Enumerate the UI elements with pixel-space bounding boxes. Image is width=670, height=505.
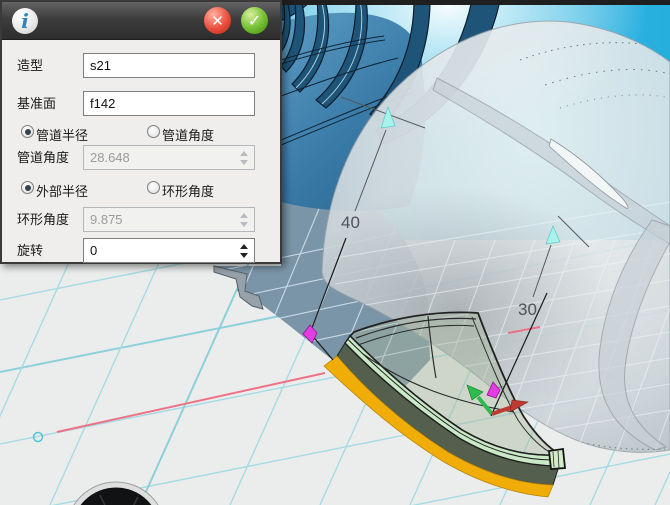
radio-label-pipe-angle: 管道角度 xyxy=(162,125,214,144)
spin-up-button[interactable] xyxy=(240,244,248,249)
spin-down-button[interactable] xyxy=(240,253,248,258)
radio-label-outer-radius: 外部半径 xyxy=(36,181,88,200)
field-label-rotation: 旋转 xyxy=(17,238,43,263)
radio-outer-radius[interactable] xyxy=(21,181,34,194)
feature-edit-dialog: i ✕ ✓ 造型 基准面 管道半径 管道角度 管道角度 外部半径 环形角度 环形… xyxy=(0,0,282,264)
application-window: 40 30 i ✕ ✓ 造型 基准面 管道半径 管道角度 管道角度 外部半径 环… xyxy=(0,0,670,505)
radio-pipe-radius[interactable] xyxy=(21,125,34,138)
field-label-ring-angle: 环形角度 xyxy=(17,207,69,232)
dim-label-40: 40 xyxy=(341,213,360,232)
field-label-shape: 造型 xyxy=(17,53,43,78)
confirm-button[interactable]: ✓ xyxy=(241,7,268,34)
spin-up-icon xyxy=(240,151,248,156)
cancel-button[interactable]: ✕ xyxy=(204,7,231,34)
spin-up-icon xyxy=(240,213,248,218)
spin-down-icon xyxy=(240,160,248,165)
radio-pipe-angle[interactable] xyxy=(147,125,160,138)
rotation-input[interactable] xyxy=(83,238,255,263)
dialog-header: i ✕ ✓ xyxy=(2,2,280,40)
field-label-pipe-angle: 管道角度 xyxy=(17,145,69,170)
band-end-cap xyxy=(549,449,565,469)
pipe-angle-spinner xyxy=(83,145,255,170)
info-icon: i xyxy=(12,8,38,34)
radio-label-ring-angle: 环形角度 xyxy=(162,181,214,200)
datum-plane-input[interactable] xyxy=(83,91,255,116)
ring-angle-spinner xyxy=(83,207,255,232)
shape-input[interactable] xyxy=(83,53,255,78)
radio-label-pipe-radius: 管道半径 xyxy=(36,125,88,144)
dim-label-30: 30 xyxy=(518,300,537,319)
field-label-datum-plane: 基准面 xyxy=(17,91,56,116)
radio-ring-angle[interactable] xyxy=(147,181,160,194)
rotation-spinner[interactable] xyxy=(83,238,255,263)
window-top-edge xyxy=(281,0,670,5)
spin-down-icon xyxy=(240,222,248,227)
